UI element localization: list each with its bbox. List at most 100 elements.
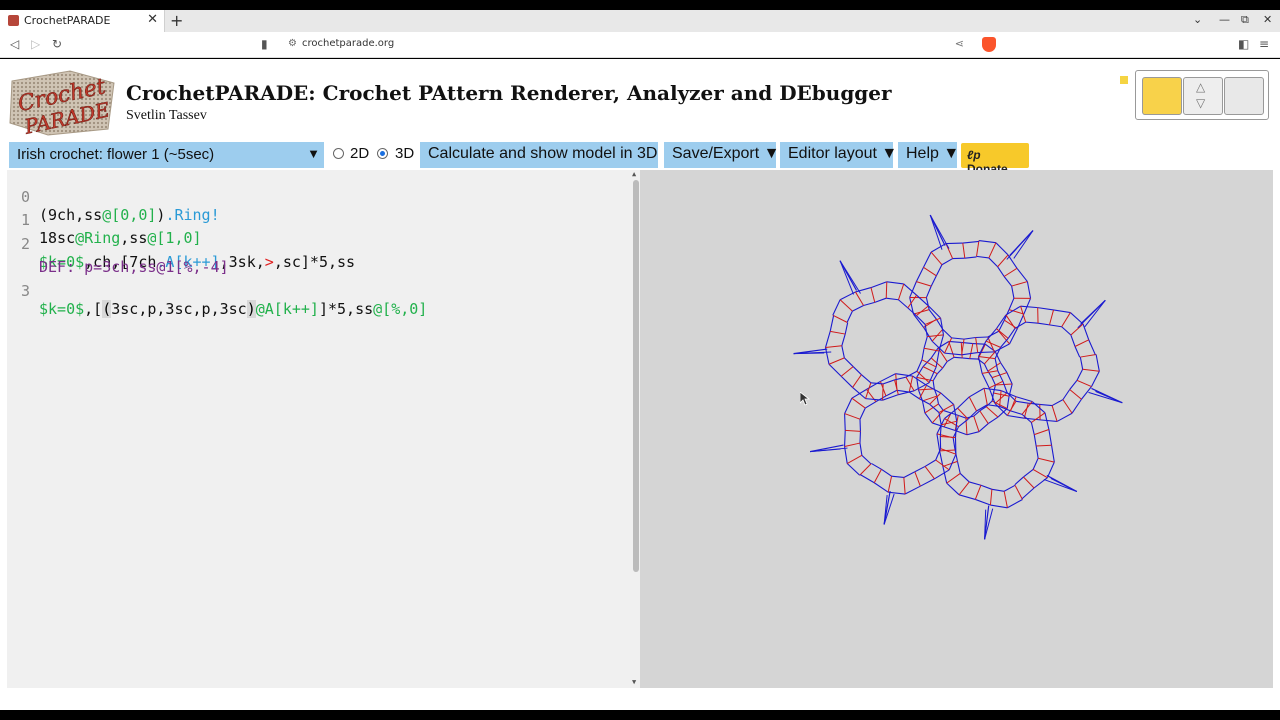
tab-bar: CrochetPARADE ✕ + ⌄ — ⧉ ✕ <box>0 10 1280 32</box>
petal-1-stitch <box>996 328 1009 339</box>
petal-1-inner <box>1079 356 1084 370</box>
code-text[interactable]: DEF: p=3ch,ss@1[%,-4] <box>39 258 229 276</box>
center-ring-outer <box>972 343 986 345</box>
address-bar: ◁ ▷ ↻ ▮ ⚙ crochetparade.org ⋖ ◧ ≡ <box>0 32 1280 58</box>
petal-3-inner <box>891 475 904 479</box>
petal-2-outer <box>1033 477 1048 489</box>
editor-layout-button[interactable]: Editor layout ▼ <box>780 142 897 168</box>
status-indicator <box>1120 76 1128 84</box>
reload-icon[interactable]: ↻ <box>52 37 62 51</box>
petal-1-inner <box>1039 403 1053 407</box>
minimize-icon[interactable]: — <box>1219 13 1230 26</box>
petal-2-stitch <box>1036 444 1052 447</box>
sidebar-toggle-icon[interactable]: ◧ <box>1238 37 1249 51</box>
model-3d-view[interactable] <box>640 170 1273 688</box>
petal-2-outer <box>984 387 1002 392</box>
center-ring-outer <box>987 416 999 425</box>
bookmark-icon[interactable]: ▮ <box>261 37 268 51</box>
petal-3-inner <box>864 401 877 409</box>
petal-3-inner <box>881 468 892 477</box>
scroll-thumb[interactable] <box>633 180 639 572</box>
window-close-icon[interactable]: ✕ <box>1263 13 1272 26</box>
code-text[interactable]: 18sc@Ring,ss@[1,0] <box>39 229 202 247</box>
petal-2-outer <box>958 494 976 500</box>
petal-3-outer <box>912 375 927 386</box>
petal-1-inner <box>1015 400 1029 404</box>
picot <box>793 352 825 355</box>
maximize-icon[interactable]: ⧉ <box>1241 13 1249 27</box>
crochet-model[interactable] <box>640 170 1273 688</box>
layout-panel: △ ▽ <box>1135 70 1269 120</box>
scroll-down-icon[interactable]: ▼ <box>632 678 636 686</box>
petal-0-inner <box>1008 297 1015 310</box>
donate-button[interactable]: ℓp Donate <box>961 143 1029 176</box>
petal-2-inner <box>991 488 1005 492</box>
petal-2-stitch <box>1034 429 1050 436</box>
petal-3-stitch <box>929 392 942 405</box>
back-icon[interactable]: ◁ <box>10 37 19 51</box>
new-tab-button[interactable]: + <box>170 11 183 30</box>
scroll-up-icon[interactable]: ▲ <box>632 170 636 178</box>
petal-3-outer <box>844 413 846 431</box>
layout-model-button[interactable] <box>1224 77 1264 115</box>
petal-2-outer <box>1048 429 1053 446</box>
help-button[interactable]: Help ▼ <box>898 142 959 168</box>
petal-2-outer <box>946 482 960 496</box>
share-icon[interactable]: ⋖ <box>955 37 964 50</box>
petal-4-inner <box>923 336 928 349</box>
pattern-select[interactable]: Irish crochet: flower 1 (~5sec) ▼ <box>9 142 324 168</box>
petal-1-outer <box>1090 371 1100 387</box>
petal-0-outer <box>945 242 963 245</box>
petal-1-inner <box>1025 321 1039 324</box>
petal-1-inner <box>997 370 1004 382</box>
center-ring-inner <box>983 363 989 372</box>
code-text[interactable]: (9ch,ss@[0,0]).Ring! <box>39 206 220 224</box>
petal-3-inner <box>859 407 866 420</box>
site-info-icon[interactable]: ⚙ <box>288 38 297 49</box>
petal-1-outer <box>985 328 997 342</box>
mode-2d-radio[interactable] <box>333 148 344 159</box>
editor-scrollbar[interactable]: ▲ ▼ <box>632 170 640 686</box>
petal-0-inner <box>964 256 977 259</box>
petal-3-stitch <box>844 442 861 448</box>
layout-swap-button[interactable]: △ ▽ <box>1183 77 1223 115</box>
browser-tab[interactable]: CrochetPARADE ✕ <box>0 10 165 32</box>
menu-icon[interactable]: ≡ <box>1259 37 1269 51</box>
petal-3-stitch <box>887 476 893 493</box>
petal-4-outer <box>824 331 831 348</box>
petal-1-inner <box>1002 381 1008 393</box>
page-title: CrochetPARADE: Crochet PAttern Renderer,… <box>126 81 892 105</box>
code-line: 2 $k=0$,ch,[7ch.A[k++],3sk,>,sc]*5,ss <box>7 217 355 271</box>
petal-4-inner <box>852 305 864 312</box>
layout-editor-button[interactable] <box>1142 77 1182 115</box>
tab-close-icon[interactable]: ✕ <box>147 12 158 27</box>
petal-1-stitch <box>1051 405 1058 422</box>
center-ring-outer <box>924 412 933 424</box>
petal-2-outer <box>1051 445 1055 463</box>
petal-1-outer <box>1007 414 1025 419</box>
code-text[interactable]: $k=0$,[(3sc,p,3sc,p,3sc)@A[k++]]*5,ss@[%… <box>39 300 427 318</box>
petal-0-inner <box>942 328 953 339</box>
pattern-editor[interactable]: 0 (9ch,ss@[0,0]).Ring! 1 18sc@Ring,ss@[1… <box>7 170 640 688</box>
petal-2-inner <box>1003 484 1016 492</box>
petal-1-outer <box>1037 307 1054 311</box>
url-field[interactable]: ⚙ crochetparade.org ⋖ <box>280 35 1000 55</box>
forward-icon[interactable]: ▷ <box>31 37 40 51</box>
petal-1-stitch <box>1062 399 1073 414</box>
petal-1-outer <box>1020 305 1038 309</box>
petal-3-outer <box>860 474 875 484</box>
center-ring-inner <box>932 373 938 382</box>
center-ring-outer <box>943 426 956 432</box>
save-export-button[interactable]: Save/Export ▼ <box>664 142 779 168</box>
tab-list-chevron-icon[interactable]: ⌄ <box>1193 13 1202 26</box>
calculate-button[interactable]: Calculate and show model in 3D <box>420 142 658 168</box>
petal-1-outer <box>977 356 983 374</box>
petal-4-stitch <box>885 281 888 299</box>
petal-1-outer <box>1040 419 1058 422</box>
petal-1-stitch <box>1082 368 1100 372</box>
petal-2-stitch <box>989 489 993 506</box>
mode-3d-radio[interactable] <box>377 148 388 159</box>
brave-shields-icon[interactable] <box>982 37 996 52</box>
petal-4-inner <box>843 357 854 367</box>
petal-1-outer <box>1095 354 1100 372</box>
